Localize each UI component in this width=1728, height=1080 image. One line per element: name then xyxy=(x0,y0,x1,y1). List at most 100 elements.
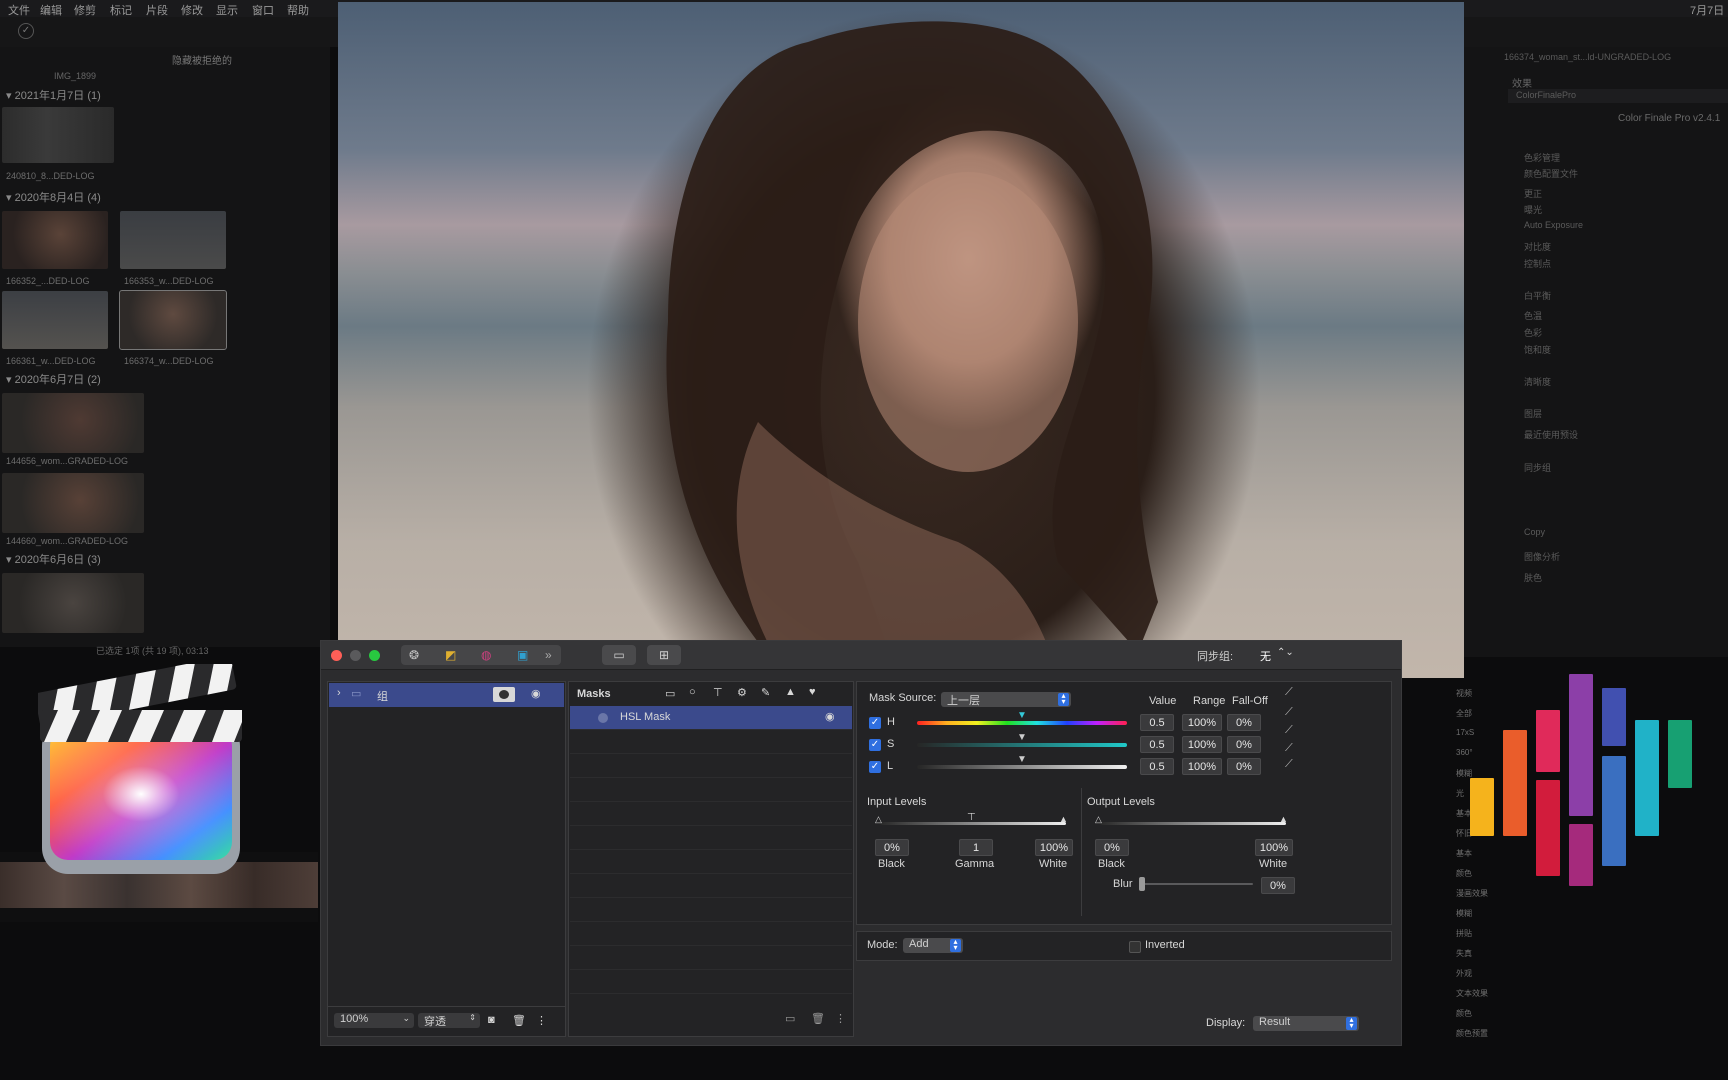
s-checkbox[interactable]: ✓ xyxy=(869,739,881,751)
video-viewer[interactable] xyxy=(338,2,1464,678)
ellipse-mask-icon[interactable]: ○ xyxy=(689,686,696,698)
gear-mask-icon[interactable]: ⚙ xyxy=(737,686,747,699)
h-range-field[interactable]: 100% xyxy=(1182,714,1222,731)
l-checkbox[interactable]: ✓ xyxy=(869,761,881,773)
blur-slider[interactable] xyxy=(1141,883,1253,885)
input-black-field[interactable]: 0% xyxy=(875,839,909,856)
more-vertical-icon[interactable]: ⋮ xyxy=(536,1014,547,1027)
rectangle-mask-icon[interactable]: ▭ xyxy=(665,687,675,700)
clip-thumbnail[interactable] xyxy=(2,473,144,533)
saturation-slider[interactable] xyxy=(917,743,1127,747)
camera-icon[interactable]: ◙ xyxy=(488,1014,495,1026)
input-gamma-field[interactable]: 1 xyxy=(959,839,993,856)
output-white-handle[interactable]: ▲ xyxy=(1279,814,1288,824)
menu-mark[interactable]: 标记 xyxy=(110,2,132,18)
eyedropper-reset-icon[interactable]: ⟋ xyxy=(1285,758,1293,771)
mode-select[interactable]: Add ▴ ▾ xyxy=(903,938,963,953)
trash-icon[interactable]: 🗑 xyxy=(512,1014,526,1027)
eye-icon[interactable]: ◉ xyxy=(825,710,835,723)
color-mask-icon[interactable]: ♥ xyxy=(809,686,816,698)
eyedropper-icon[interactable]: ⟋ xyxy=(1285,706,1293,719)
output-white-field[interactable]: 100% xyxy=(1255,839,1293,856)
mask-source-select[interactable]: 上一层 ▴ ▾ xyxy=(941,692,1071,707)
color-wheels-icon[interactable]: ❂ xyxy=(409,648,419,662)
hue-icon[interactable]: ◍ xyxy=(481,648,491,662)
clip-thumbnail[interactable] xyxy=(2,573,144,633)
grid-button[interactable]: ⊞ xyxy=(647,645,681,665)
eyedropper-subtract-icon[interactable]: ⟋ xyxy=(1285,742,1293,755)
category-item[interactable]: 文本效果 xyxy=(1456,988,1488,999)
eye-icon[interactable]: ◉ xyxy=(531,687,541,700)
zoom-button[interactable] xyxy=(369,650,380,661)
menu-help[interactable]: 帮助 xyxy=(287,2,309,18)
mask-item-hsl[interactable]: HSL Mask ◉ xyxy=(570,706,852,730)
eyedropper-add-icon[interactable]: ⟋ xyxy=(1285,724,1293,737)
date-group-header[interactable]: ▾ 2021年1月7日 (1) xyxy=(6,87,101,103)
hue-slider[interactable] xyxy=(917,721,1127,725)
category-item[interactable]: 颜色预置 xyxy=(1456,1028,1488,1039)
menu-window[interactable]: 窗口 xyxy=(252,2,274,18)
output-levels-slider[interactable] xyxy=(1101,822,1286,825)
blur-field[interactable]: 0% xyxy=(1261,877,1295,894)
l-value-field[interactable]: 0.5 xyxy=(1140,758,1174,775)
clip-thumbnail[interactable] xyxy=(2,107,114,163)
minimize-button[interactable] xyxy=(350,650,361,661)
menu-modify[interactable]: 修改 xyxy=(181,2,203,18)
h-checkbox[interactable]: ✓ xyxy=(869,717,881,729)
menu-view[interactable]: 显示 xyxy=(216,2,238,18)
sync-group-select[interactable]: 无 xyxy=(1260,648,1271,664)
curves-icon[interactable]: ◩ xyxy=(445,648,456,662)
hide-rejected-filter[interactable]: 隐藏被拒绝的 xyxy=(172,52,232,67)
blur-slider-handle[interactable] xyxy=(1139,877,1145,891)
category-item[interactable]: 光 xyxy=(1456,788,1464,799)
menu-trim[interactable]: 修剪 xyxy=(74,2,96,18)
zoom-select[interactable]: 100% ⌄ xyxy=(334,1013,414,1028)
trash-icon[interactable]: 🗑 xyxy=(811,1012,825,1025)
input-white-field[interactable]: 100% xyxy=(1035,839,1073,856)
input-black-handle[interactable]: △ xyxy=(875,814,882,825)
clip-thumbnail[interactable] xyxy=(2,291,108,349)
image-mask-icon[interactable]: ▲ xyxy=(785,686,796,698)
clip-thumbnail[interactable] xyxy=(120,211,226,269)
menu-edit[interactable]: 编辑 xyxy=(40,2,62,18)
l-range-field[interactable]: 100% xyxy=(1182,758,1222,775)
lut-icon[interactable]: ▣ xyxy=(517,648,528,662)
inverted-checkbox[interactable] xyxy=(1129,941,1141,953)
l-falloff-field[interactable]: 0% xyxy=(1227,758,1261,775)
folder-icon[interactable]: ▭ xyxy=(785,1012,795,1025)
clip-thumbnail-selected[interactable] xyxy=(119,290,227,350)
chevron-right-icon[interactable]: › xyxy=(337,687,341,699)
plugin-header[interactable]: ColorFinalePro xyxy=(1508,89,1728,103)
layer-row-group[interactable]: › ▭ 组 ◉ xyxy=(329,683,564,707)
display-select[interactable]: Result ▴ ▾ xyxy=(1253,1016,1359,1031)
date-group-header[interactable]: ▾ 2020年8月4日 (4) xyxy=(6,189,101,205)
mask-toggle-icon[interactable] xyxy=(493,687,515,702)
folder-button[interactable]: ▭ xyxy=(602,645,636,665)
s-falloff-field[interactable]: 0% xyxy=(1227,736,1261,753)
more-vertical-icon[interactable]: ⋮ xyxy=(835,1012,846,1025)
s-range-field[interactable]: 100% xyxy=(1182,736,1222,753)
output-black-handle[interactable]: △ xyxy=(1095,814,1102,825)
clip-thumbnail[interactable] xyxy=(2,211,108,269)
close-button[interactable] xyxy=(331,650,342,661)
saturation-slider-handle[interactable]: ▼ xyxy=(1017,732,1027,743)
luminance-slider-handle[interactable]: ▼ xyxy=(1017,754,1027,765)
gradient-mask-icon[interactable]: ⊤ xyxy=(713,686,723,699)
eyedropper-icon[interactable]: ⟋ xyxy=(1285,686,1293,699)
pen-mask-icon[interactable]: ✎ xyxy=(761,686,770,699)
output-black-field[interactable]: 0% xyxy=(1095,839,1129,856)
blend-mode-select[interactable]: 穿透 ⇕ xyxy=(418,1013,480,1028)
hue-slider-handle[interactable]: ▼ xyxy=(1017,710,1027,721)
category-item[interactable]: 颜色 xyxy=(1456,1008,1472,1019)
s-value-field[interactable]: 0.5 xyxy=(1140,736,1174,753)
input-gamma-handle[interactable]: ⊤ xyxy=(967,812,976,823)
date-group-header[interactable]: ▾ 2020年6月6日 (3) xyxy=(6,551,101,567)
h-value-field[interactable]: 0.5 xyxy=(1140,714,1174,731)
luminance-slider[interactable] xyxy=(917,765,1127,769)
input-white-handle[interactable]: ▲ xyxy=(1059,814,1068,824)
more-icon[interactable]: » xyxy=(545,648,552,662)
check-icon[interactable]: ✓ xyxy=(18,23,34,39)
h-falloff-field[interactable]: 0% xyxy=(1227,714,1261,731)
menu-file[interactable]: 文件 xyxy=(8,2,30,18)
date-group-header[interactable]: ▾ 2020年6月7日 (2) xyxy=(6,371,101,387)
